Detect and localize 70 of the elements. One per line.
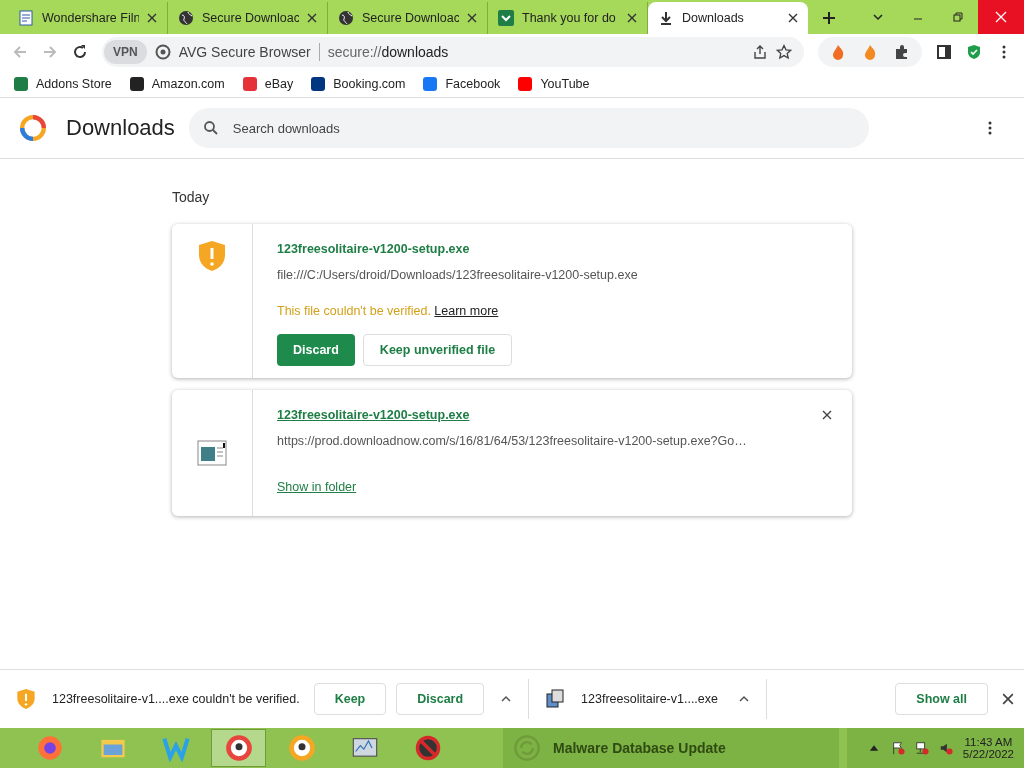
file-icon	[197, 440, 227, 466]
shield-check-icon[interactable]	[966, 44, 982, 60]
tab-title: Secure Downloac	[202, 11, 299, 25]
new-tab-icon[interactable]	[822, 11, 836, 25]
globe-icon	[178, 10, 194, 26]
flag-icon[interactable]	[890, 741, 905, 755]
network-icon[interactable]	[914, 741, 929, 755]
download-status: 123freesolitaire-v1....exe	[581, 692, 718, 706]
close-icon[interactable]	[307, 13, 317, 23]
close-icon[interactable]	[788, 13, 798, 23]
restore-icon[interactable]	[952, 11, 964, 23]
warning-text: This file couldn't be verified.	[277, 304, 431, 318]
bookmark[interactable]: Amazon.com	[129, 76, 225, 91]
document-icon	[18, 10, 34, 26]
tab-title: Downloads	[682, 11, 745, 25]
section-heading: Today	[172, 189, 211, 205]
logo-icon	[20, 115, 46, 141]
tab-title: Wondershare Filn	[42, 11, 139, 25]
address-field[interactable]: secure://downloads	[327, 44, 449, 60]
show-in-folder-link[interactable]: Show in folder	[277, 480, 357, 494]
close-icon[interactable]	[822, 410, 832, 420]
search-field[interactable]: Search downloads	[188, 108, 869, 148]
bookmark[interactable]: YouTube	[518, 76, 590, 91]
reload-icon[interactable]	[72, 44, 88, 60]
page-title: Downloads	[66, 115, 175, 141]
globe-icon	[338, 10, 354, 26]
taskbar-app[interactable]	[211, 729, 266, 767]
file-name-link[interactable]: 123freesolitaire-v1200-setup.exe	[277, 408, 470, 422]
site-label: AVG Secure Browser	[178, 44, 311, 60]
notification-banner[interactable]: Malware Database Update	[503, 728, 839, 768]
file-name-link[interactable]: 123freesolitaire-v1200-setup.exe	[277, 242, 470, 256]
file-path: https://prod.downloadnow.com/s/16/81/64/53/123freesolitaire-v1200-setup.exe?Go…	[277, 434, 748, 448]
bookmark[interactable]: Booking.com	[311, 76, 406, 91]
bookmark[interactable]: eBay	[242, 76, 294, 91]
speaker-icon[interactable]	[938, 741, 953, 755]
search-icon	[202, 120, 219, 136]
action-button[interactable]: Discard	[277, 334, 355, 366]
browser-logo-icon	[224, 734, 253, 762]
browser-tab[interactable]: Downloads	[648, 2, 808, 34]
browser-logo-icon	[287, 734, 316, 762]
tab-title: Secure Downloac	[362, 11, 459, 25]
learn-more-link[interactable]: Learn more	[434, 304, 499, 318]
close-icon[interactable]	[627, 13, 637, 23]
check-icon	[498, 10, 514, 26]
close-icon[interactable]	[147, 13, 157, 23]
warning-shield-icon	[16, 688, 36, 710]
shelf-button[interactable]: Discard	[396, 683, 485, 715]
share-icon[interactable]	[752, 44, 768, 60]
bookmark[interactable]: Facebook	[423, 76, 501, 91]
download-status: 123freesolitaire-v1....exe couldn't be verified.	[52, 692, 300, 706]
prohibited-icon	[413, 734, 442, 762]
puzzle-icon[interactable]	[894, 44, 910, 60]
close-icon	[995, 11, 1007, 23]
clock[interactable]: 11:43 AM 5/22/2022	[962, 736, 1014, 760]
shelf-button[interactable]: Keep	[313, 683, 387, 715]
side-panel-icon[interactable]	[936, 44, 952, 60]
download-icon	[658, 10, 674, 26]
warning-shield-icon	[197, 240, 227, 272]
vpn-button[interactable]: VPN	[104, 40, 147, 64]
star-icon[interactable]	[776, 44, 792, 60]
installer-icon	[545, 688, 566, 710]
close-icon[interactable]	[467, 13, 477, 23]
action-button[interactable]: Keep unverified file	[362, 334, 513, 366]
chevron-down-icon[interactable]	[872, 11, 884, 23]
notification-title: Malware Database Update	[553, 740, 726, 756]
close-icon[interactable]	[1002, 693, 1014, 705]
show-all-button[interactable]: Show all	[895, 683, 988, 715]
file-path: file:///C:/Users/droid/Downloads/123freesolitaire-v1200-setup.exe	[277, 268, 639, 282]
bookmark[interactable]: Addons Store	[14, 76, 112, 91]
tab-title: Thank you for do	[522, 11, 617, 25]
